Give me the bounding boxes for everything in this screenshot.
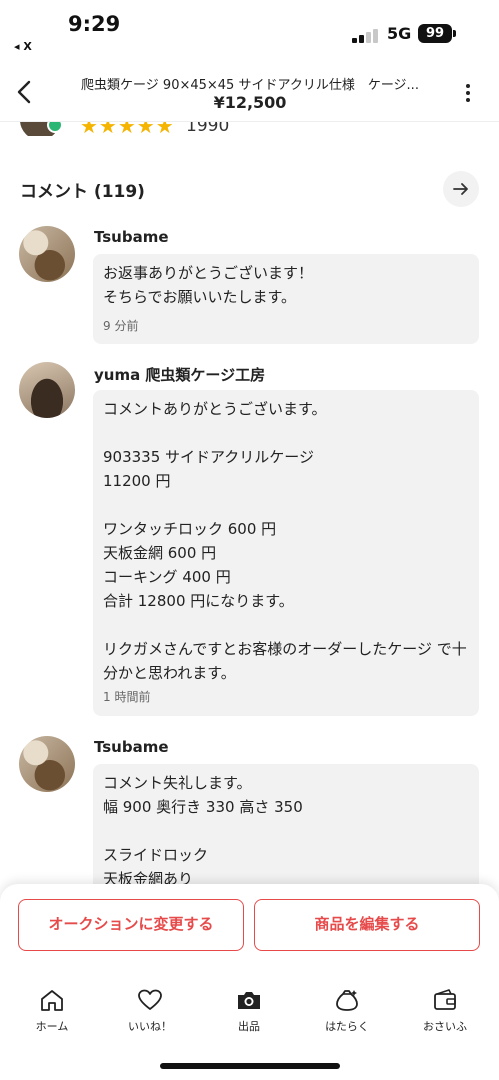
tab-label: ホーム (35, 1020, 69, 1033)
money-bag-icon (336, 990, 358, 1011)
view-all-comments-button[interactable] (443, 171, 479, 207)
tab-home[interactable]: ホーム (12, 988, 92, 1048)
arrow-right-icon (453, 183, 468, 195)
chevron-left-icon (17, 80, 31, 104)
tab-work[interactable]: はたらく (307, 988, 387, 1048)
more-options-button[interactable] (458, 82, 478, 104)
more-dot (466, 91, 470, 95)
item-title: 爬虫類ケージ 90×45×45 サイドアクリル仕様 ケージ... (81, 78, 419, 93)
commenter-avatar[interactable] (19, 736, 75, 792)
seller-rating-row[interactable]: ★★★★★ 1990 (0, 122, 499, 136)
tab-label: はたらく (325, 1020, 369, 1033)
tab-label: おさいふ (423, 1020, 467, 1033)
verified-badge-icon (47, 122, 63, 133)
network-type: 5G (387, 24, 412, 43)
status-bar: 9:29 ◂ X 5G 99 (0, 0, 499, 60)
tab-label: 出品 (238, 1020, 260, 1033)
commenter-name[interactable]: Tsubame (94, 228, 169, 246)
back-button[interactable] (12, 78, 38, 106)
tab-likes[interactable]: いいね！ (110, 988, 190, 1048)
bottom-action-panel: オークションに変更する 商品を編集する ホーム いいね！ 出品 はたらく おさい… (0, 884, 499, 1080)
comments-title: コメント (119) (20, 182, 145, 202)
home-indicator (160, 1063, 340, 1069)
wallet-icon (434, 989, 456, 1010)
more-dot (466, 84, 470, 88)
comment-bubble: お返事ありがとうございます！ そちらでお願いいたします。 9 分前 (93, 254, 479, 344)
comment-text: お返事ありがとうございます！ そちらでお願いいたします。 (103, 264, 314, 306)
comment-time: 9 分前 (103, 319, 139, 333)
rating-count: 1990 (186, 122, 230, 136)
camera-icon (238, 992, 260, 1009)
status-time: 9:29 (68, 12, 121, 36)
tab-label: いいね！ (128, 1020, 172, 1033)
heart-icon (138, 989, 162, 1010)
edit-item-button[interactable]: 商品を編集する (254, 899, 480, 951)
tab-wallet[interactable]: おさいふ (405, 988, 485, 1048)
item-price: ¥12,500 (213, 93, 287, 112)
commenter-avatar[interactable] (19, 226, 75, 282)
change-to-auction-button[interactable]: オークションに変更する (18, 899, 244, 951)
more-dot (466, 98, 470, 102)
home-icon (41, 990, 63, 1011)
comment-time: 1 時間前 (103, 690, 151, 704)
signal-icon (352, 27, 382, 43)
commenter-name[interactable]: Tsubame (94, 738, 169, 756)
item-header: 爬虫類ケージ 90×45×45 サイドアクリル仕様 ケージ... ¥12,500 (0, 60, 499, 122)
tab-listing[interactable]: 出品 (209, 988, 289, 1048)
back-to-app-link[interactable]: ◂ X (14, 40, 32, 53)
rating-stars: ★★★★★ (80, 122, 175, 136)
comment-bubble: コメントありがとうございます。 903335 サイドアクリルケージ 11200 … (93, 390, 479, 716)
comment-text: コメントありがとうございます。 903335 サイドアクリルケージ 11200 … (103, 400, 467, 682)
comment-text: コメント失礼します。 幅 900 奥行き 330 高さ 350 スライドロック … (103, 774, 303, 888)
battery-tip (453, 30, 456, 37)
battery-icon: 99 (418, 24, 452, 43)
commenter-name[interactable]: yuma 爬虫類ケージ工房 (94, 364, 265, 385)
commenter-avatar[interactable] (19, 362, 75, 418)
